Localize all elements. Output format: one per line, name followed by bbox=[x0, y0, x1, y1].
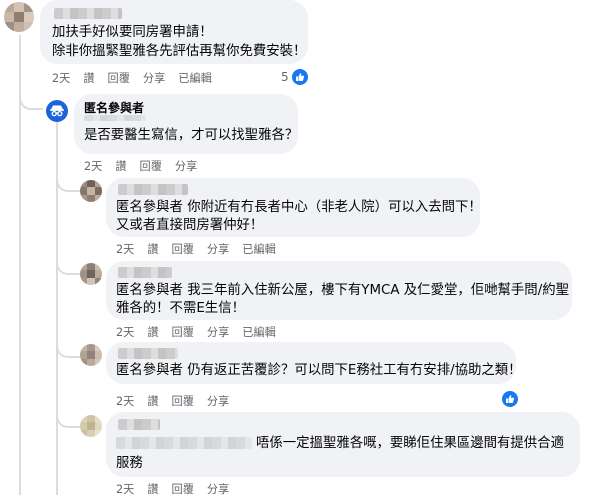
commenter-name-redacted[interactable] bbox=[118, 419, 160, 430]
reply-bubble: 匿名參與者 仍有返正苦覆診？可以問下E務社工有冇安排/協助之類！ bbox=[106, 342, 522, 384]
avatar[interactable] bbox=[80, 344, 102, 366]
reaction-number: 5 bbox=[281, 70, 289, 84]
reply-bubble: 匿名參與者 我三年前入住新公屋，樓下有YMCA 及仁愛堂，佢哋幫手問/約聖 雅各… bbox=[106, 261, 572, 320]
avatar[interactable] bbox=[80, 415, 102, 437]
timestamp[interactable]: 2天 bbox=[52, 70, 70, 86]
reply-text-line: 又或者直接問房署仲好！ bbox=[116, 218, 264, 233]
commenter-name-redacted[interactable] bbox=[118, 267, 172, 278]
like-button[interactable]: 讚 bbox=[83, 70, 94, 86]
reply-text: 是否要醫生寫信，才可以找聖雅各？ bbox=[84, 128, 299, 143]
timestamp[interactable]: 2天 bbox=[116, 393, 134, 409]
comment-text-line: 加扶手好似要同房署申請！ bbox=[52, 25, 213, 40]
thread-curve bbox=[56, 253, 80, 275]
reply-button[interactable]: 回覆 bbox=[108, 70, 130, 86]
timestamp[interactable]: 2天 bbox=[116, 241, 134, 257]
share-button[interactable]: 分享 bbox=[175, 158, 197, 174]
reply-button[interactable]: 回覆 bbox=[140, 158, 162, 174]
edited-label[interactable]: 已編輯 bbox=[178, 70, 212, 86]
timestamp[interactable]: 2天 bbox=[116, 324, 134, 340]
commenter-name-redacted[interactable] bbox=[118, 184, 188, 195]
thread-curve bbox=[56, 336, 80, 358]
thread-curve bbox=[19, 86, 43, 110]
like-button[interactable]: 讚 bbox=[115, 158, 126, 174]
share-button[interactable]: 分享 bbox=[207, 241, 229, 257]
timestamp[interactable]: 2天 bbox=[84, 158, 102, 174]
thread-curve bbox=[56, 406, 80, 428]
reply-bubble: 唔係一定搵聖雅各嘅，要睇佢住果區邊間有提供合適 服務 bbox=[106, 412, 580, 477]
reaction-count[interactable]: 5 bbox=[281, 69, 308, 85]
reply-button[interactable]: 回覆 bbox=[172, 393, 194, 409]
reply-text-line: 雅各的！不需E生信！ bbox=[116, 301, 245, 316]
redacted-mention bbox=[116, 437, 252, 449]
reply-actions: 2天 讚 回覆 分享 已編輯 bbox=[116, 324, 289, 340]
edited-label[interactable]: 已編輯 bbox=[242, 241, 276, 257]
edited-label[interactable]: 已編輯 bbox=[242, 324, 276, 340]
reply-text-line: 服務 bbox=[116, 456, 143, 471]
like-button[interactable]: 讚 bbox=[147, 393, 158, 409]
reply-text-line: 匿名參與者 我三年前入住新公屋，樓下有YMCA 及仁愛堂，佢哋幫手問/約聖 bbox=[116, 283, 569, 298]
like-button[interactable]: 讚 bbox=[147, 241, 158, 257]
reply-text-line: 唔係一定搵聖雅各嘅，要睇佢住果區邊間有提供合適 bbox=[256, 436, 564, 451]
reply-author-name[interactable]: 匿名參與者 bbox=[84, 99, 144, 116]
reply-button[interactable]: 回覆 bbox=[172, 241, 194, 257]
share-button[interactable]: 分享 bbox=[207, 324, 229, 340]
reply-bubble: 匿名參與者 你附近有冇長者中心（非老人院）可以入去問下！ 又或者直接問房署仲好！ bbox=[106, 178, 482, 237]
reply-bubble: 匿名參與者 是否要醫生寫信，才可以找聖雅各？ bbox=[74, 94, 298, 154]
reply-actions: 2天 讚 回覆 分享 已編輯 bbox=[116, 241, 289, 257]
reply-text-line: 匿名參與者 仍有返正苦覆診？可以問下E務社工有冇安排/協助之類！ bbox=[116, 363, 522, 378]
redacted-subtext bbox=[84, 115, 146, 121]
comment-bubble: 加扶手好似要同房署申請！ 除非你搵緊聖雅各先評估再幫你免費安裝！ bbox=[40, 0, 308, 64]
avatar[interactable] bbox=[80, 180, 102, 202]
reply-button[interactable]: 回覆 bbox=[172, 324, 194, 340]
thread-curve bbox=[56, 170, 80, 192]
reply-text-line: 匿名參與者 你附近有冇長者中心（非老人院）可以入去問下！ bbox=[116, 200, 482, 215]
comment-text-line: 除非你搵緊聖雅各先評估再幫你免費安裝！ bbox=[52, 44, 307, 59]
anonymous-participant-icon[interactable] bbox=[46, 100, 68, 122]
reply-actions: 2天 讚 回覆 分享 bbox=[84, 158, 210, 174]
like-button[interactable]: 讚 bbox=[147, 324, 158, 340]
comment-actions: 2天 讚 回覆 分享 已編輯 bbox=[52, 70, 225, 86]
thumbs-up-icon bbox=[291, 69, 308, 85]
commenter-name-redacted[interactable] bbox=[54, 8, 122, 19]
avatar[interactable] bbox=[80, 263, 102, 285]
commenter-name-redacted[interactable] bbox=[118, 348, 178, 359]
share-button[interactable]: 分享 bbox=[143, 70, 165, 86]
share-button[interactable]: 分享 bbox=[207, 393, 229, 409]
thumbs-up-icon[interactable] bbox=[502, 391, 518, 407]
avatar[interactable] bbox=[4, 2, 34, 32]
reply-actions: 2天 讚 回覆 分享 bbox=[116, 393, 242, 409]
